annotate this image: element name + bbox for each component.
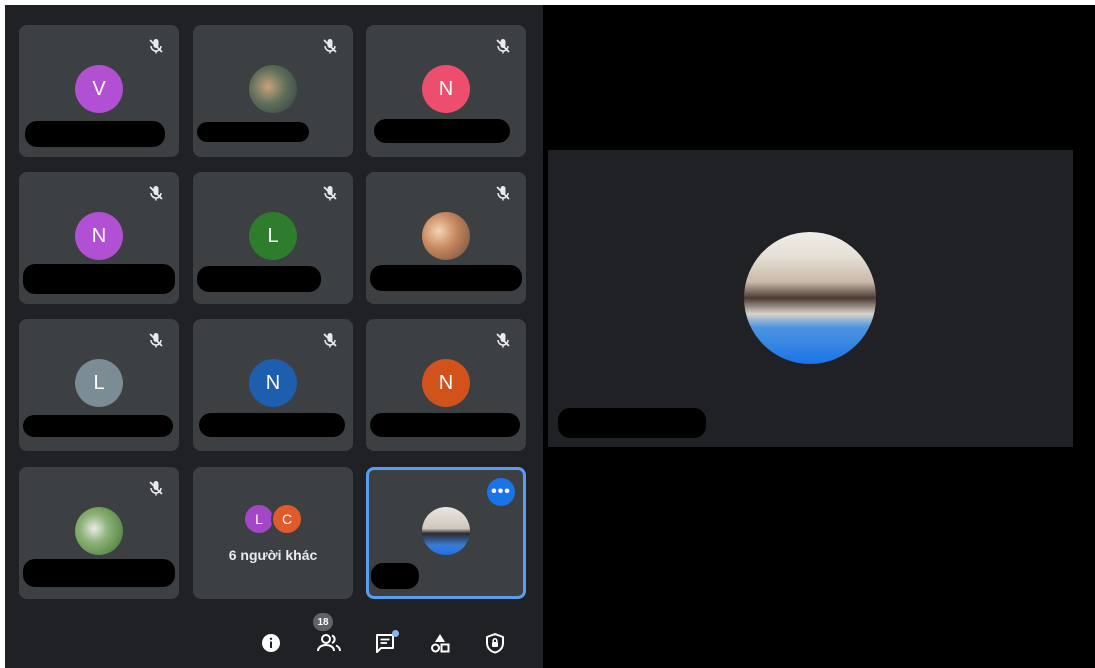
shield-lock-icon [486, 633, 504, 654]
people-icon [317, 634, 341, 652]
avatar: L [249, 212, 297, 260]
name-label-redacted [374, 119, 510, 143]
avatar-photo [422, 212, 470, 260]
avatar-initial: L [93, 371, 105, 394]
name-label-redacted [197, 266, 321, 292]
avatar-photo [249, 65, 297, 113]
name-label-redacted [558, 408, 706, 438]
mini-avatar-initial: L [255, 511, 263, 527]
avatar-initial: L [267, 224, 279, 247]
avatar-initial: N [438, 77, 454, 100]
spotlight-tile[interactable] [548, 150, 1073, 447]
chat-unread-dot [392, 630, 399, 637]
avatar-initial: N [91, 224, 107, 247]
participant-tile[interactable]: N [366, 319, 526, 451]
avatar-photo [422, 507, 470, 555]
avatar: L [75, 359, 123, 407]
name-label-redacted [370, 413, 520, 437]
participant-tile[interactable]: N [366, 25, 526, 157]
chat-button[interactable] [371, 629, 399, 657]
name-label-redacted [23, 559, 175, 587]
mini-avatar-initial: C [281, 511, 293, 527]
mic-off-icon [323, 186, 337, 201]
more-horiz-icon: ••• [491, 483, 511, 500]
avatar-initial: N [265, 371, 281, 394]
participant-tile[interactable] [19, 467, 179, 599]
avatar: V [75, 65, 123, 113]
participant-tile[interactable] [193, 25, 353, 157]
mini-avatar: C [271, 503, 303, 535]
mic-off-icon [149, 186, 163, 201]
host-controls-button[interactable] [481, 629, 509, 657]
name-label-redacted [197, 122, 309, 142]
self-tile[interactable]: ••• [366, 467, 526, 599]
name-label-redacted [23, 264, 175, 294]
mic-off-icon [149, 481, 163, 496]
name-label-redacted [25, 121, 165, 147]
name-label-redacted [199, 413, 345, 437]
mic-off-icon [496, 186, 510, 201]
avatar: N [75, 212, 123, 260]
avatar-photo [75, 507, 123, 555]
mic-off-icon [496, 333, 510, 348]
participant-tile[interactable]: L [193, 172, 353, 304]
participant-tile[interactable]: L [19, 319, 179, 451]
avatar-photo [744, 232, 876, 364]
main-stage [543, 5, 1095, 668]
activities-button[interactable] [426, 629, 454, 657]
others-count-label: 6 người khác [228, 547, 318, 563]
participant-grid-panel: V N N L L N N L C 6 người khác ••• 18 [5, 5, 543, 668]
bottom-toolbar: 18 [5, 613, 543, 668]
avatar: N [249, 359, 297, 407]
people-button[interactable]: 18 [313, 613, 343, 657]
mic-off-icon [323, 39, 337, 54]
avatar: N [422, 65, 470, 113]
mic-off-icon [496, 39, 510, 54]
avatar: N [422, 359, 470, 407]
info-icon [262, 634, 280, 652]
participant-tile[interactable]: V [19, 25, 179, 157]
activities-icon [431, 634, 450, 653]
people-count-badge: 18 [313, 613, 333, 631]
participant-tile[interactable]: N [19, 172, 179, 304]
name-label-redacted [371, 563, 419, 589]
info-button[interactable] [257, 629, 285, 657]
mic-off-icon [149, 39, 163, 54]
mic-off-icon [323, 333, 337, 348]
more-options-button[interactable]: ••• [487, 478, 515, 506]
participant-tile[interactable] [366, 172, 526, 304]
participant-tile[interactable]: N [193, 319, 353, 451]
avatar-initial: V [92, 77, 106, 100]
others-tile[interactable]: L C 6 người khác [193, 467, 353, 599]
name-label-redacted [370, 265, 522, 291]
avatar-initial: N [438, 371, 454, 394]
mic-off-icon [149, 333, 163, 348]
name-label-redacted [23, 415, 173, 437]
